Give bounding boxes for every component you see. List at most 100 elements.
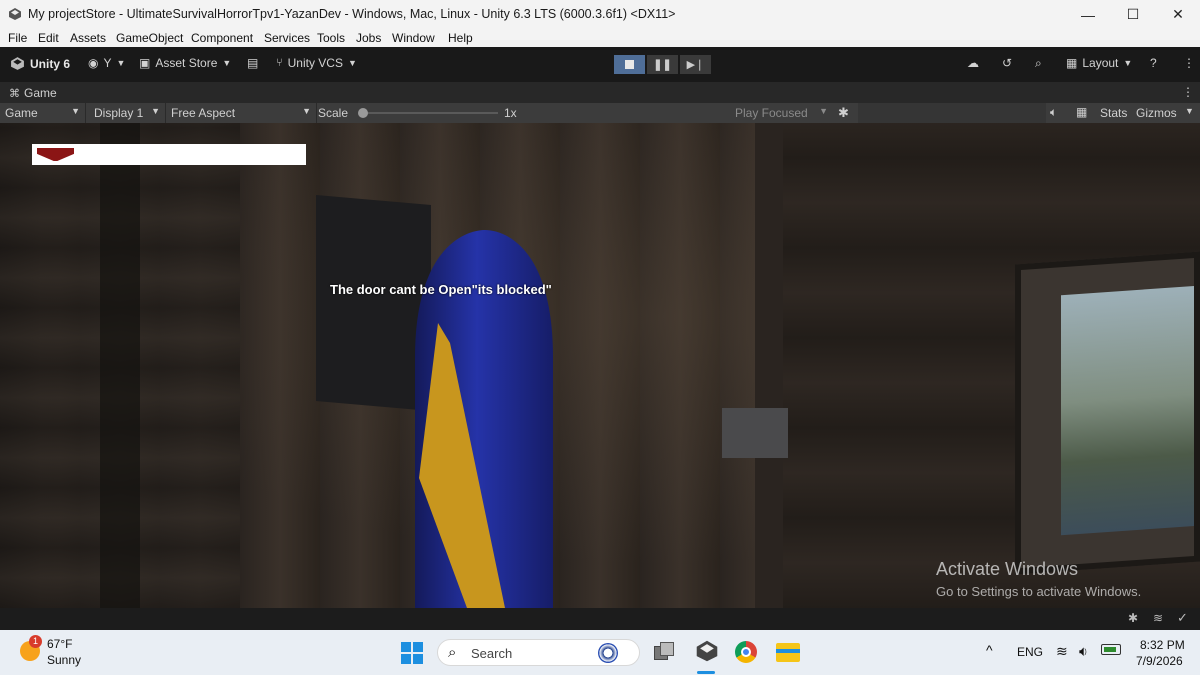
play-focused-label: Play Focused	[735, 106, 808, 120]
scale-slider-handle[interactable]	[358, 108, 368, 118]
menu-tools[interactable]: Tools	[317, 31, 345, 45]
help-button[interactable]: ?	[1150, 56, 1157, 70]
step-button[interactable]: ▶❘	[680, 55, 711, 74]
aspect-dropdown[interactable]: Free Aspect ▼	[166, 103, 317, 123]
layout-label: Layout	[1082, 56, 1119, 70]
menu-gameobject[interactable]: GameObject	[116, 31, 183, 45]
minimize-button[interactable]: —	[1066, 0, 1110, 29]
windows-taskbar: 1 67°F Sunny ⌕ Search ^ ENG ≋ 🔉︎ 8:32 PM…	[0, 630, 1200, 675]
file-explorer-icon[interactable]	[776, 643, 800, 662]
toolbar-more-button[interactable]: ⋮	[1183, 56, 1195, 70]
cloud-icon: ☁	[967, 56, 979, 70]
game-viewport[interactable]: The door cant be Open"its blocked" Activ…	[0, 123, 1200, 608]
play-stop-button[interactable]	[614, 55, 645, 74]
unity-home-button[interactable]: Unity 6	[10, 56, 70, 71]
package-button[interactable]: ▤	[247, 56, 258, 70]
play-focused-dropdown[interactable]: Play Focused ▼	[730, 103, 833, 123]
menu-window[interactable]: Window	[392, 31, 435, 45]
gizmos-button[interactable]: Gizmos	[1136, 106, 1177, 120]
clock-date[interactable]: 7/9/2026	[1136, 654, 1183, 668]
battery-icon[interactable]	[1101, 644, 1121, 655]
search-icon: ⌕	[448, 644, 457, 661]
history-button[interactable]: ↺	[1002, 56, 1012, 70]
grid-button[interactable]: ▦	[1076, 105, 1087, 119]
chevron-down-icon: ▼	[116, 58, 126, 68]
maximize-button[interactable]: ☐	[1111, 0, 1155, 29]
display-dropdown[interactable]: Display 1 ▼	[89, 103, 166, 123]
weather-badge: 1	[29, 635, 42, 648]
display-label: Display 1	[94, 106, 144, 120]
weather-temp[interactable]: 67°F	[47, 637, 72, 651]
menu-help[interactable]: Help	[448, 31, 473, 45]
scale-value: 1x	[504, 106, 517, 120]
pause-icon: ❚❚	[653, 59, 672, 71]
menu-bar: File Edit Assets GameObject Component Se…	[0, 29, 1200, 47]
activate-windows-title: Activate Windows	[936, 559, 1079, 579]
search-icon: ⌕	[1035, 56, 1042, 70]
shopping-bag-icon: ▣	[139, 56, 151, 70]
stop-icon	[625, 60, 634, 69]
game-tab-bar: ⌘ Game ⋮	[0, 82, 1200, 103]
help-icon: ?	[1150, 56, 1157, 70]
bug-button[interactable]: ✱	[838, 105, 849, 121]
layout-dropdown[interactable]: ▦ Layout ▼	[1066, 56, 1132, 70]
health-bar-fill	[37, 148, 74, 161]
account-label: Y	[103, 56, 112, 70]
unity-hub-taskbar-icon[interactable]	[695, 639, 719, 663]
tab-game-label: Game	[24, 86, 57, 100]
close-button[interactable]: ✕	[1156, 0, 1200, 29]
menu-assets[interactable]: Assets	[70, 31, 106, 45]
language-indicator[interactable]: ENG	[1017, 645, 1043, 659]
stats-button[interactable]: Stats	[1100, 106, 1127, 120]
activate-windows-subtitle: Go to Settings to activate Windows.	[936, 584, 1142, 599]
chevron-down-icon: ▼	[819, 106, 828, 116]
game-mode-dropdown[interactable]: Game ▼	[0, 103, 86, 123]
unity-version-label: Unity 6	[30, 56, 71, 71]
audio-button[interactable]: 🔈︎	[1050, 105, 1057, 120]
chevron-down-icon: ▼	[347, 58, 357, 68]
pause-button[interactable]: ❚❚	[647, 55, 678, 74]
layers-icon[interactable]: ≋	[1153, 611, 1163, 625]
task-view-icon[interactable]	[654, 642, 676, 662]
windows-start-icon[interactable]	[401, 642, 423, 664]
wifi-icon[interactable]: ≋	[1056, 643, 1068, 660]
menu-component[interactable]: Component	[191, 31, 253, 45]
account-dropdown[interactable]: ◉ Y ▼	[88, 56, 125, 70]
unity-vcs-dropdown[interactable]: ⑂ Unity VCS ▼	[276, 56, 357, 70]
window-title: My projectStore - UltimateSurvivalHorror…	[28, 7, 676, 21]
clock-time[interactable]: 8:32 PM	[1140, 638, 1185, 652]
menu-services[interactable]: Services	[264, 31, 310, 45]
tab-menu-icon[interactable]: ⋮	[1182, 85, 1194, 99]
scale-label: Scale	[318, 106, 349, 120]
chevron-down-icon: ▼	[302, 106, 311, 116]
search-button[interactable]: ⌕	[1035, 56, 1042, 71]
check-circle-icon[interactable]: ✓	[1177, 610, 1188, 626]
play-controls: ❚❚ ▶❘	[614, 55, 711, 74]
layout-icon: ▦	[1066, 56, 1078, 70]
scale-slider[interactable]	[358, 108, 498, 118]
taskbar-search[interactable]: ⌕ Search	[437, 639, 640, 666]
tab-game[interactable]: ⌘ Game	[9, 86, 57, 100]
wall-pillar	[100, 123, 140, 608]
chevron-down-icon[interactable]: ▼	[1185, 106, 1194, 116]
debug-icon[interactable]: ✱	[1128, 611, 1138, 625]
chevron-up-icon[interactable]: ^	[986, 642, 993, 658]
chrome-icon[interactable]	[735, 641, 757, 663]
weather-text[interactable]: Sunny	[47, 653, 81, 667]
history-icon: ↺	[1002, 56, 1013, 70]
asset-store-dropdown[interactable]: ▣ Asset Store ▼	[139, 56, 231, 70]
chevron-down-icon: ▼	[222, 58, 232, 68]
unity-vcs-label: Unity VCS	[287, 56, 343, 70]
editor-status-bar: ✱ ≋ ✓	[0, 608, 1200, 630]
menu-edit[interactable]: Edit	[38, 31, 59, 45]
unity-toolbar: Unity 6 ◉ Y ▼ ▣ Asset Store ▼ ▤ ⑂ Unity …	[0, 47, 1200, 82]
cloud-button[interactable]: ☁	[967, 56, 979, 70]
account-icon: ◉	[88, 56, 99, 70]
game-mode-label: Game	[5, 106, 38, 120]
menu-file[interactable]: File	[8, 31, 27, 45]
chevron-down-icon: ▼	[151, 106, 160, 116]
volume-icon[interactable]: 🔉︎	[1079, 643, 1088, 660]
menu-jobs[interactable]: Jobs	[356, 31, 381, 45]
archive-icon: ▤	[247, 56, 259, 70]
painting-image	[1061, 285, 1194, 536]
